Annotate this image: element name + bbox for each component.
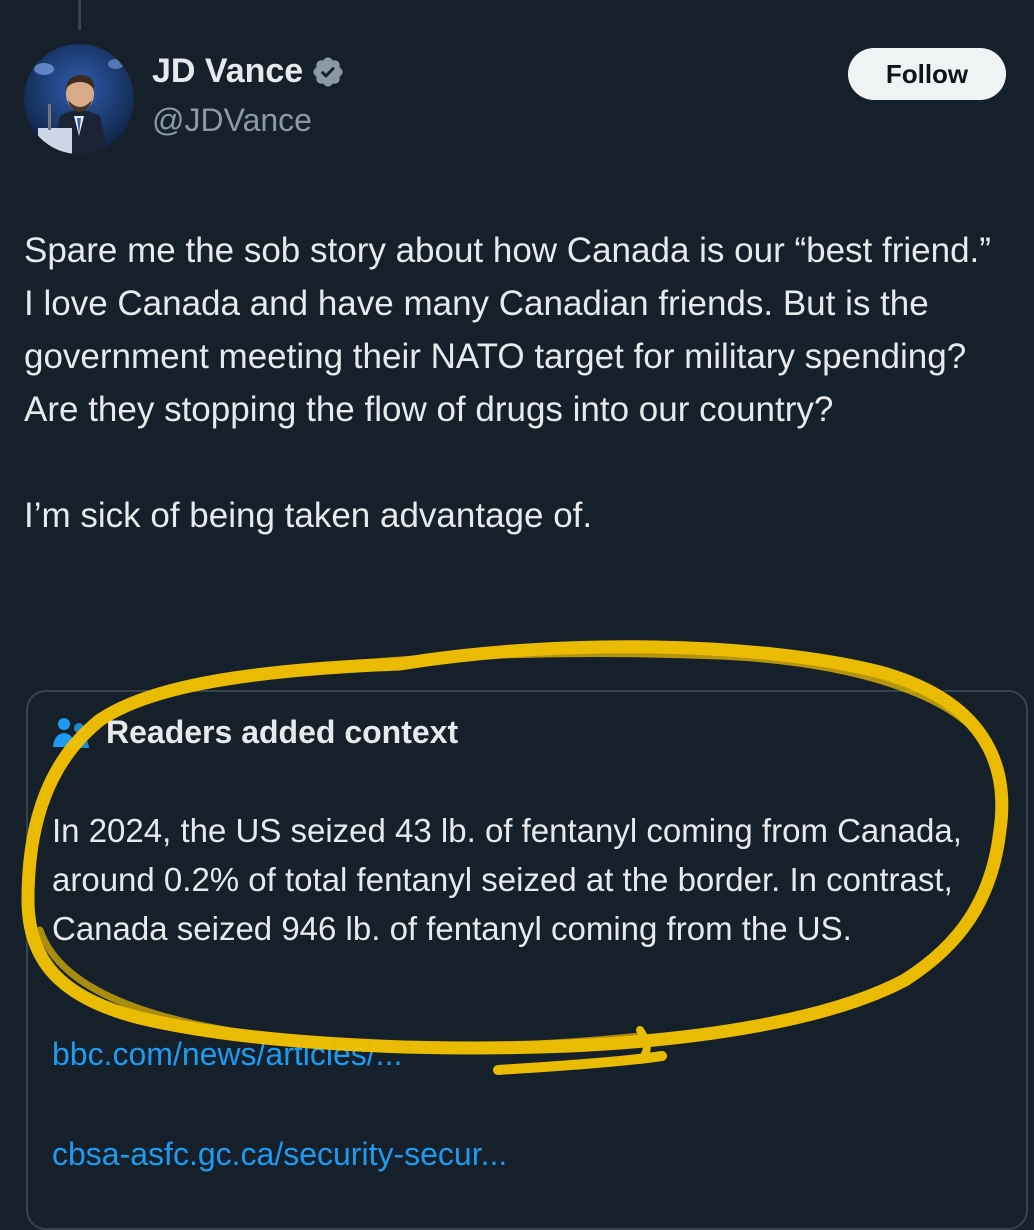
author-display-name[interactable]: JD Vance <box>152 52 303 91</box>
follow-button[interactable]: Follow <box>848 48 1006 100</box>
author-handle[interactable]: @JDVance <box>152 102 312 139</box>
avatar[interactable] <box>24 44 134 154</box>
community-note-text: In 2024, the US seized 43 lb. of fentany… <box>52 812 962 947</box>
community-notes-people-icon <box>53 717 89 748</box>
community-note-header: Readers added context <box>50 714 458 751</box>
community-note-title: Readers added context <box>106 714 459 750</box>
tweet-paragraph-2: I’m sick of being taken advantage of. <box>24 496 593 535</box>
verified-badge-icon <box>313 56 343 87</box>
tweet-text: Spare me the sob story about how Canada … <box>24 224 1004 542</box>
source-link-cbsa[interactable]: cbsa-asfc.gc.ca/security-secur... <box>52 1136 507 1173</box>
avatar-photo <box>24 44 134 154</box>
tweet-paragraph-1: Spare me the sob story about how Canada … <box>24 231 991 429</box>
source-link-bbc[interactable]: bbc.com/news/articles/... <box>52 1036 402 1073</box>
author-display-name-row[interactable]: JD Vance <box>152 52 345 91</box>
thread-connector-line <box>78 0 81 30</box>
